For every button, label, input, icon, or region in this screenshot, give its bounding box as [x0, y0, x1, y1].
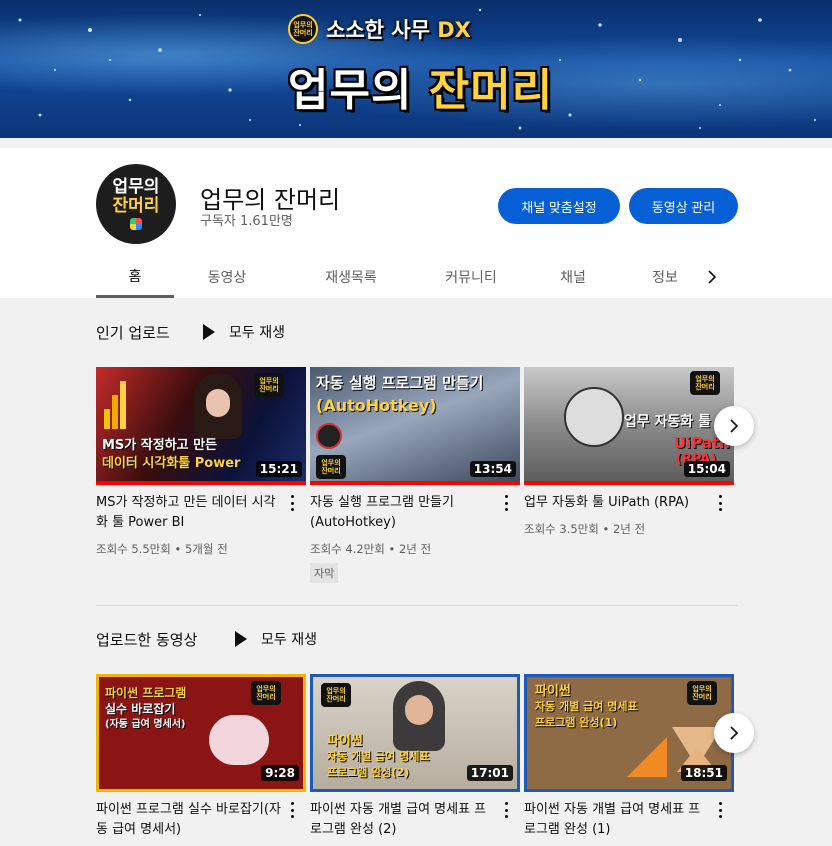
- chevron-right-icon: [730, 726, 739, 740]
- video-meta: 조회수 4.2만회 • 2년 전: [310, 542, 432, 556]
- banner-title-yellow: 잔머리: [428, 65, 554, 116]
- tab-about[interactable]: 정보: [642, 256, 688, 298]
- banner-logo: 업무의 잔머리: [288, 14, 318, 44]
- video-duration: 15:21: [255, 461, 302, 477]
- section-divider: [96, 605, 738, 606]
- tab-channels[interactable]: 채널: [546, 256, 600, 298]
- video-meta: 조회수 5.5만회 • 5개월 전: [96, 542, 228, 556]
- more-vert-icon[interactable]: [714, 802, 726, 818]
- play-all-uploads-button[interactable]: 모두 재생: [235, 629, 317, 649]
- thumbnail-text: MS가 작정하고 만든: [102, 438, 218, 453]
- caption-badge: 자막: [310, 563, 339, 583]
- video-duration: 18:51: [680, 765, 727, 781]
- thumbnail-text: 프로그램 완성(1): [535, 716, 618, 729]
- avatar-text-1: 업무의: [112, 177, 160, 197]
- shelf-next-button[interactable]: [714, 406, 754, 446]
- presenter-image: [393, 681, 445, 751]
- customize-channel-button[interactable]: 채널 맞춤설정: [498, 188, 620, 224]
- video-title[interactable]: 파이썬 자동 개별 급여 명세표 프로그램 완성 (2): [310, 800, 496, 840]
- banner-subtitle-suffix: DX: [437, 18, 471, 42]
- more-vert-icon[interactable]: [286, 802, 298, 818]
- play-all-popular-button[interactable]: 모두 재생: [203, 322, 285, 342]
- channel-logo-badge: 업무의 잔머리: [254, 373, 284, 397]
- video-duration: 9:28: [261, 765, 299, 781]
- video-card[interactable]: 업무의 잔머리 파이썬 자동 개별 급여 명세표 프로그램 완성(2) 17:01…: [310, 674, 520, 837]
- video-card[interactable]: 파이썬 자동 개별 급여 명세표 프로그램 완성(1) 업무의 잔머리 18:51…: [524, 674, 734, 837]
- manage-videos-button[interactable]: 동영상 관리: [629, 188, 738, 224]
- video-card[interactable]: 업무의 잔머리 MS가 작정하고 만든 데이터 시각화툴 Power 15:21 …: [96, 367, 306, 556]
- thumbnail-text: 파이썬: [535, 684, 571, 699]
- avatar-text-2: 잔머리: [112, 196, 160, 216]
- video-thumbnail[interactable]: 업무의 잔머리 MS가 작정하고 만든 데이터 시각화툴 Power 15:21: [96, 367, 306, 485]
- play-all-label: 모두 재생: [229, 325, 285, 341]
- clock-icon: [564, 387, 624, 447]
- video-duration: 17:01: [466, 765, 513, 781]
- video-title[interactable]: 파이썬 자동 개별 급여 명세표 프로그램 완성 (1): [524, 800, 710, 840]
- video-duration: 13:54: [469, 461, 516, 477]
- channel-logo-badge: 업무의 잔머리: [316, 455, 346, 479]
- tab-community[interactable]: 커뮤니티: [426, 256, 516, 298]
- channel-tabs: 홈 동영상 재생목록 커뮤니티 채널 정보: [96, 256, 736, 298]
- video-card[interactable]: 파이썬 프로그램 실수 바로잡기 (자동 급여 명세서) 업무의 잔머리 9:28…: [96, 674, 306, 837]
- more-vert-icon[interactable]: [286, 495, 298, 511]
- tab-playlists[interactable]: 재생목록: [306, 256, 396, 298]
- play-icon: [235, 631, 247, 647]
- channel-logo-badge: 업무의 잔머리: [321, 683, 351, 707]
- video-thumbnail[interactable]: 파이썬 자동 개별 급여 명세표 프로그램 완성(1) 업무의 잔머리 18:51: [524, 674, 734, 792]
- thumbnail-text: 파이썬: [327, 734, 363, 749]
- thumbnail-text: 자동 실행 프로그램 만들기: [316, 374, 484, 392]
- section-title-uploads: 업로드한 동영상: [96, 631, 198, 649]
- video-title[interactable]: MS가 작정하고 만든 데이터 시각화 툴 Power BI: [96, 493, 282, 533]
- chevron-right-icon[interactable]: [700, 265, 724, 289]
- tab-home[interactable]: 홈: [96, 256, 174, 298]
- watch-progress-bar: [310, 481, 520, 485]
- chevron-right-icon: [730, 419, 739, 433]
- thumbnail-text: (AutoHotkey): [316, 396, 437, 415]
- channel-avatar[interactable]: 업무의 잔머리: [96, 164, 176, 244]
- video-thumbnail[interactable]: 파이썬 프로그램 실수 바로잡기 (자동 급여 명세서) 업무의 잔머리 9:28: [96, 674, 306, 792]
- video-thumbnail[interactable]: 업무의 잔머리 파이썬 자동 개별 급여 명세표 프로그램 완성(2) 17:01: [310, 674, 520, 792]
- autohotkey-icon: [316, 423, 342, 449]
- channel-logo-badge: 업무의 잔머리: [251, 681, 281, 705]
- channel-logo-badge: 업무의 잔머리: [687, 681, 717, 705]
- gem-icon: [130, 218, 142, 230]
- watch-progress-bar: [96, 481, 306, 485]
- tab-videos[interactable]: 동영상: [188, 256, 266, 298]
- video-thumbnail[interactable]: 업무의 잔머리 업무 자동화 툴 UiPath (RPA) 15:04: [524, 367, 734, 485]
- more-vert-icon[interactable]: [500, 802, 512, 818]
- section-title-popular: 인기 업로드: [96, 324, 170, 342]
- thumbnail-text: 업무 자동화 툴: [624, 414, 712, 430]
- video-title[interactable]: 파이썬 프로그램 실수 바로잡기(자동 급여 명세서): [96, 800, 282, 840]
- play-all-label: 모두 재생: [261, 632, 317, 648]
- video-title[interactable]: 자동 실행 프로그램 만들기 (AutoHotkey): [310, 493, 496, 533]
- video-duration: 15:04: [683, 461, 730, 477]
- banner-title-white: 업무의: [288, 65, 413, 116]
- video-thumbnail[interactable]: 자동 실행 프로그램 만들기 (AutoHotkey) 업무의 잔머리 13:54: [310, 367, 520, 485]
- channel-header: 업무의 잔머리 업무의 잔머리 구독자 1.61만명 채널 맞춤설정 동영상 관…: [0, 148, 832, 298]
- chart-bars-icon: [104, 379, 128, 429]
- channel-banner: 업무의 잔머리 소소한 사무 DX 업무의 잔머리: [0, 0, 832, 138]
- video-meta: 조회수 3.5만회 • 2년 전: [524, 522, 646, 536]
- video-title[interactable]: 업무 자동화 툴 UiPath (RPA): [524, 493, 710, 513]
- video-card[interactable]: 자동 실행 프로그램 만들기 (AutoHotkey) 업무의 잔머리 13:54…: [310, 367, 520, 583]
- thumbnail-text: 파이썬 프로그램: [105, 686, 187, 700]
- thumbnail-text: 자동 개별 급여 명세표: [327, 750, 430, 763]
- shelf-next-button[interactable]: [714, 713, 754, 753]
- more-vert-icon[interactable]: [500, 495, 512, 511]
- banner-title: 업무의 잔머리: [288, 54, 553, 118]
- banner-subtitle-text: 소소한 사무: [326, 18, 430, 42]
- banner-subtitle: 업무의 잔머리 소소한 사무 DX: [288, 14, 471, 44]
- play-icon: [203, 324, 215, 340]
- thumbnail-text: 실수 바로잡기: [105, 702, 176, 716]
- thumbnail-text: 데이터 시각화툴 Power: [102, 456, 241, 471]
- channel-logo-badge: 업무의 잔머리: [690, 371, 720, 395]
- video-card[interactable]: 업무의 잔머리 업무 자동화 툴 UiPath (RPA) 15:04 업무 자동…: [524, 367, 734, 536]
- more-vert-icon[interactable]: [714, 495, 726, 511]
- subscriber-count: 구독자 1.61만명: [200, 214, 293, 229]
- thumbnail-text: 프로그램 완성(2): [327, 766, 410, 779]
- thumbnail-text: (자동 급여 명세서): [105, 719, 186, 730]
- piggy-bank-image: [209, 715, 269, 765]
- presenter-image: [194, 373, 242, 439]
- watch-progress-bar: [524, 481, 734, 485]
